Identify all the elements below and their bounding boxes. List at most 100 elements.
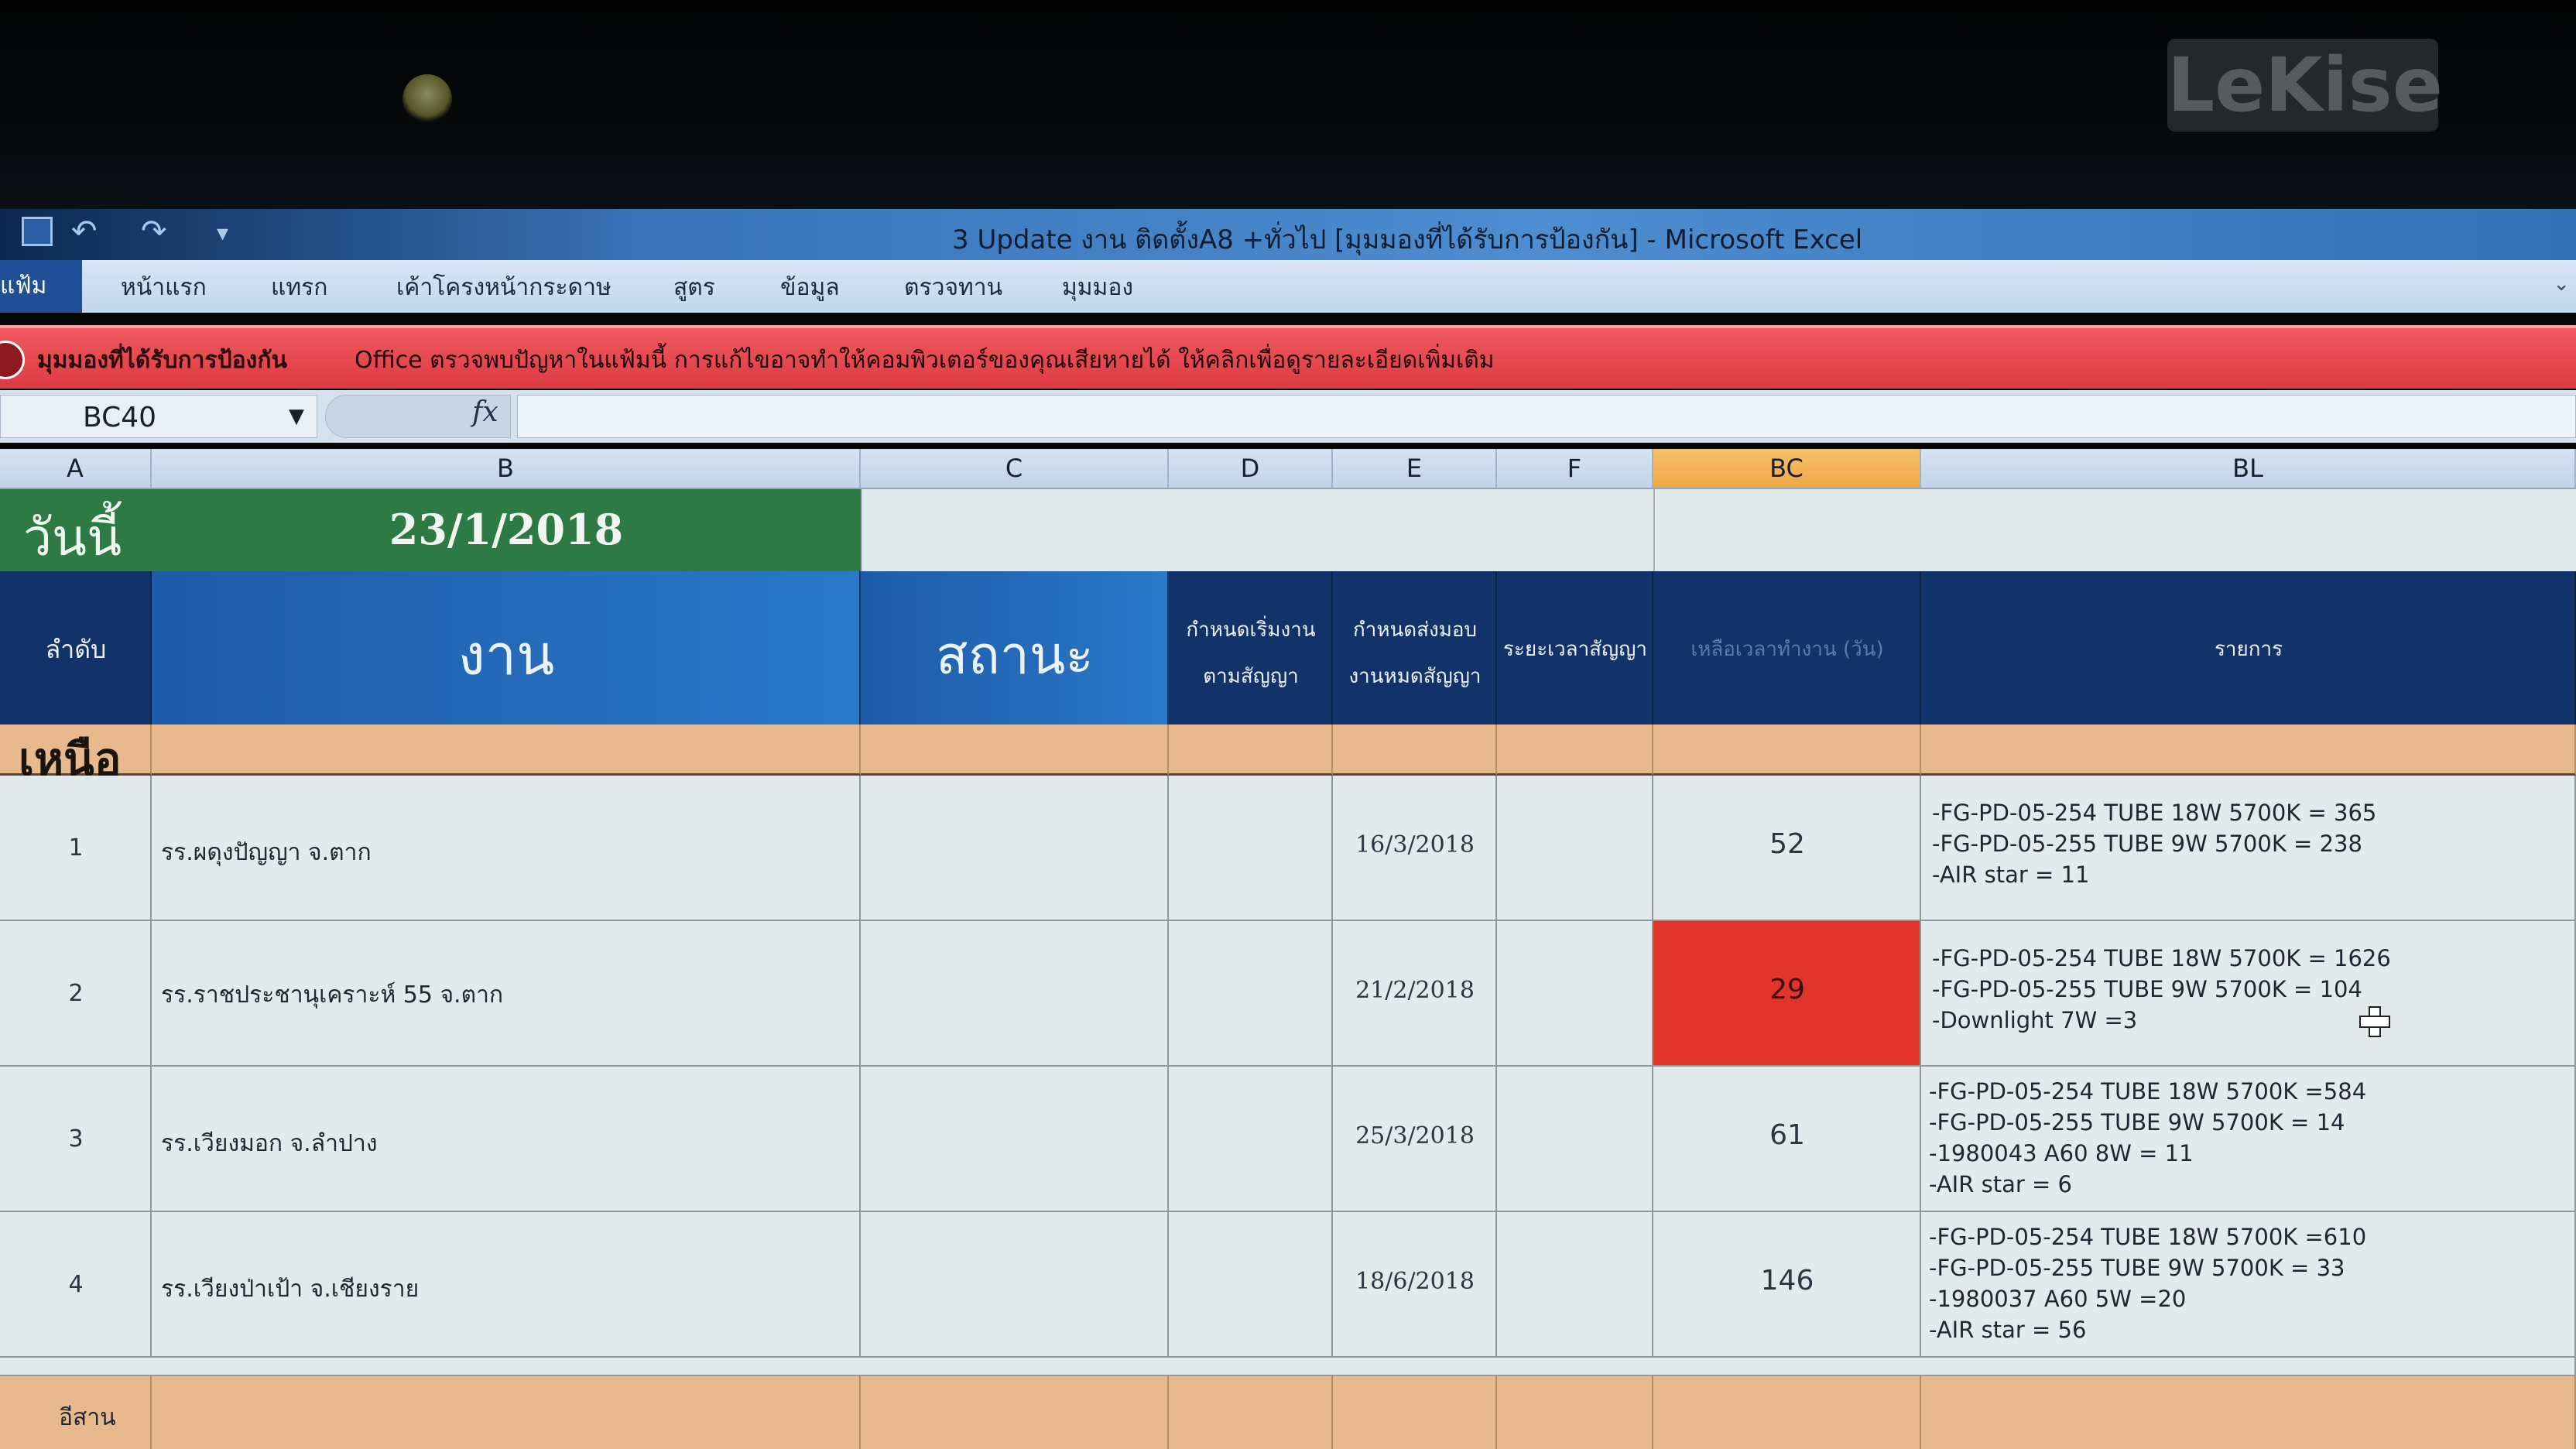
tab-file[interactable]: แฟ้ม xyxy=(0,260,82,313)
cell-cursor-icon xyxy=(2359,1006,2390,1037)
column-header-a[interactable]: A xyxy=(0,449,152,488)
table-row-period[interactable] xyxy=(1497,921,1653,1067)
empty-cell[interactable] xyxy=(152,1376,861,1449)
table-row-start[interactable] xyxy=(1169,921,1333,1067)
column-header-e[interactable]: E xyxy=(1333,449,1497,488)
table-row-start[interactable] xyxy=(1169,776,1333,921)
table-row-deliver[interactable]: 16/3/2018 xyxy=(1333,776,1497,921)
table-row-seq[interactable]: 1 xyxy=(0,776,152,921)
lightbulb-icon xyxy=(402,74,452,124)
table-row-work[interactable]: รร.เวียงป่าเป้า จ.เชียงราย xyxy=(152,1212,861,1358)
empty-cell[interactable] xyxy=(1169,724,1333,776)
customize-toolbar-icon[interactable]: ▾ xyxy=(217,220,228,247)
empty-cell[interactable] xyxy=(1653,1376,1921,1449)
empty-cell[interactable] xyxy=(1497,724,1653,776)
column-header-d[interactable]: D xyxy=(1169,449,1333,488)
empty-cell[interactable] xyxy=(1333,724,1497,776)
column-header-c[interactable]: C xyxy=(861,449,1169,488)
tab-home[interactable]: หน้าแรก xyxy=(121,269,207,306)
protected-view-title: มุมมองที่ได้รับการป้องกัน xyxy=(37,347,287,374)
table-row-work[interactable]: รร.ราชประชานุเคราะห์ 55 จ.ตาก xyxy=(152,921,861,1067)
table-row-remaining[interactable]: 52 xyxy=(1653,776,1921,921)
brand-logo: LeKise xyxy=(2167,39,2443,132)
title-bar: ↶ ↷ ▾ 3 Update งาน ติดตั้งA8 +ทั่วไป [มุ… xyxy=(0,209,2576,260)
header-period[interactable]: ระยะเวลาสัญญา xyxy=(1497,571,1653,724)
shield-icon xyxy=(0,341,25,379)
empty-cell[interactable] xyxy=(1333,1376,1497,1449)
spacer-row[interactable] xyxy=(0,1358,2576,1376)
table-row-seq[interactable]: 3 xyxy=(0,1067,152,1212)
table-row-items[interactable]: -FG-PD-05-254 TUBE 18W 5700K =610 -FG-PD… xyxy=(1921,1212,2576,1358)
column-header-f[interactable]: F xyxy=(1497,449,1653,488)
insert-function-icon[interactable]: fx xyxy=(472,396,498,428)
region-next-label: อีสาน xyxy=(59,1404,116,1431)
table-row-period[interactable] xyxy=(1497,776,1653,921)
empty-cell[interactable] xyxy=(1169,1376,1333,1449)
protected-view-bar[interactable]: มุมมองที่ได้รับการป้องกัน Office ตรวจพบป… xyxy=(0,325,2576,389)
empty-cell[interactable] xyxy=(861,1376,1169,1449)
table-row-items[interactable]: -FG-PD-05-254 TUBE 18W 5700K =584 -FG-PD… xyxy=(1921,1067,2576,1212)
empty-cell[interactable] xyxy=(861,489,1653,571)
tab-data[interactable]: ข้อมูล xyxy=(780,269,840,306)
sheet-grid: วันนี้ 23/1/2018 ลำดับ งาน สถานะ กำหนดเร… xyxy=(0,489,2576,1449)
tab-formulas[interactable]: สูตร xyxy=(673,269,715,306)
tab-page-layout[interactable]: เค้าโครงหน้ากระดาษ xyxy=(396,269,611,306)
table-row-deliver[interactable]: 25/3/2018 xyxy=(1333,1067,1497,1212)
ribbon-collapse-icon[interactable]: ⌄ xyxy=(2553,272,2570,296)
background-area: LeKise xyxy=(0,0,2576,209)
table-row-work[interactable]: รร.ผดุงปัญญา จ.ตาก xyxy=(152,776,861,921)
table-row-period[interactable] xyxy=(1497,1067,1653,1212)
table-row-deliver[interactable]: 21/2/2018 xyxy=(1333,921,1497,1067)
empty-cell[interactable] xyxy=(1653,489,2576,571)
tab-insert[interactable]: แทรก xyxy=(271,269,327,306)
region-north-cell[interactable]: เหนือ xyxy=(0,724,152,786)
table-row-status[interactable] xyxy=(861,776,1169,921)
column-header-b[interactable]: B xyxy=(152,449,861,488)
table-row-start[interactable] xyxy=(1169,1067,1333,1212)
empty-cell[interactable] xyxy=(861,724,1169,776)
table-row-work[interactable]: รร.เวียงมอก จ.ลำปาง xyxy=(152,1067,861,1212)
table-row-period[interactable] xyxy=(1497,1212,1653,1358)
header-start-date[interactable]: กำหนดเริ่มงาน ตามสัญญา xyxy=(1169,571,1333,724)
table-row-deliver[interactable]: 18/6/2018 xyxy=(1333,1212,1497,1358)
region-next-cell[interactable]: อีสาน xyxy=(0,1376,152,1449)
table-row-remaining[interactable]: 61 xyxy=(1653,1067,1921,1212)
column-header-bl[interactable]: BL xyxy=(1921,449,2576,488)
table-row-items[interactable]: -FG-PD-05-254 TUBE 18W 5700K = 1626 -FG-… xyxy=(1921,921,2576,1067)
empty-cell[interactable] xyxy=(152,724,861,776)
table-row-remaining-alert[interactable]: 29 xyxy=(1653,921,1921,1067)
table-row-seq[interactable]: 4 xyxy=(0,1212,152,1358)
table-row-remaining[interactable]: 146 xyxy=(1653,1212,1921,1358)
table-row-seq[interactable]: 2 xyxy=(0,921,152,1067)
header-status[interactable]: สถานะ xyxy=(861,571,1169,724)
header-seq[interactable]: ลำดับ xyxy=(0,571,152,724)
tab-review[interactable]: ตรวจทาน xyxy=(904,269,1002,306)
header-work[interactable]: งาน xyxy=(152,571,861,724)
table-row-status[interactable] xyxy=(861,921,1169,1067)
chevron-down-icon[interactable]: ▼ xyxy=(289,405,304,428)
empty-cell[interactable] xyxy=(1653,724,1921,776)
table-row-start[interactable] xyxy=(1169,1212,1333,1358)
column-headers: A B C D E F BC BL xyxy=(0,449,2576,489)
ribbon-tabs: แฟ้ม หน้าแรก แทรก เค้าโครงหน้ากระดาษ สูต… xyxy=(0,260,2576,313)
save-icon[interactable] xyxy=(22,217,53,246)
today-date: 23/1/2018 xyxy=(389,505,624,554)
table-row-status[interactable] xyxy=(861,1212,1169,1358)
undo-icon[interactable]: ↶ xyxy=(71,214,98,249)
table-row-items[interactable]: -FG-PD-05-254 TUBE 18W 5700K = 365 -FG-P… xyxy=(1921,776,2576,921)
empty-cell[interactable] xyxy=(1921,1376,2576,1449)
tab-view[interactable]: มุมมอง xyxy=(1062,269,1133,306)
protected-view-message[interactable]: Office ตรวจพบปัญหาในแฟ้มนี้ การแก้ไขอาจท… xyxy=(355,342,1495,379)
table-row-status[interactable] xyxy=(861,1067,1169,1212)
name-box[interactable]: BC40 ▼ xyxy=(0,395,317,438)
header-deliver-date[interactable]: กำหนดส่งมอบ งานหมดสัญญา xyxy=(1333,571,1497,724)
header-items[interactable]: รายการ xyxy=(1921,571,2576,724)
header-remaining[interactable]: เหลือเวลาทำงาน (วัน) xyxy=(1653,571,1921,724)
formula-input[interactable] xyxy=(517,395,2576,438)
today-band[interactable]: วันนี้ 23/1/2018 xyxy=(0,489,861,571)
window-title: 3 Update งาน ติดตั้งA8 +ทั่วไป [มุมมองที… xyxy=(952,224,1863,255)
empty-cell[interactable] xyxy=(1921,724,2576,776)
empty-cell[interactable] xyxy=(1497,1376,1653,1449)
column-header-bc[interactable]: BC xyxy=(1653,449,1921,488)
redo-icon[interactable]: ↷ xyxy=(141,214,167,249)
